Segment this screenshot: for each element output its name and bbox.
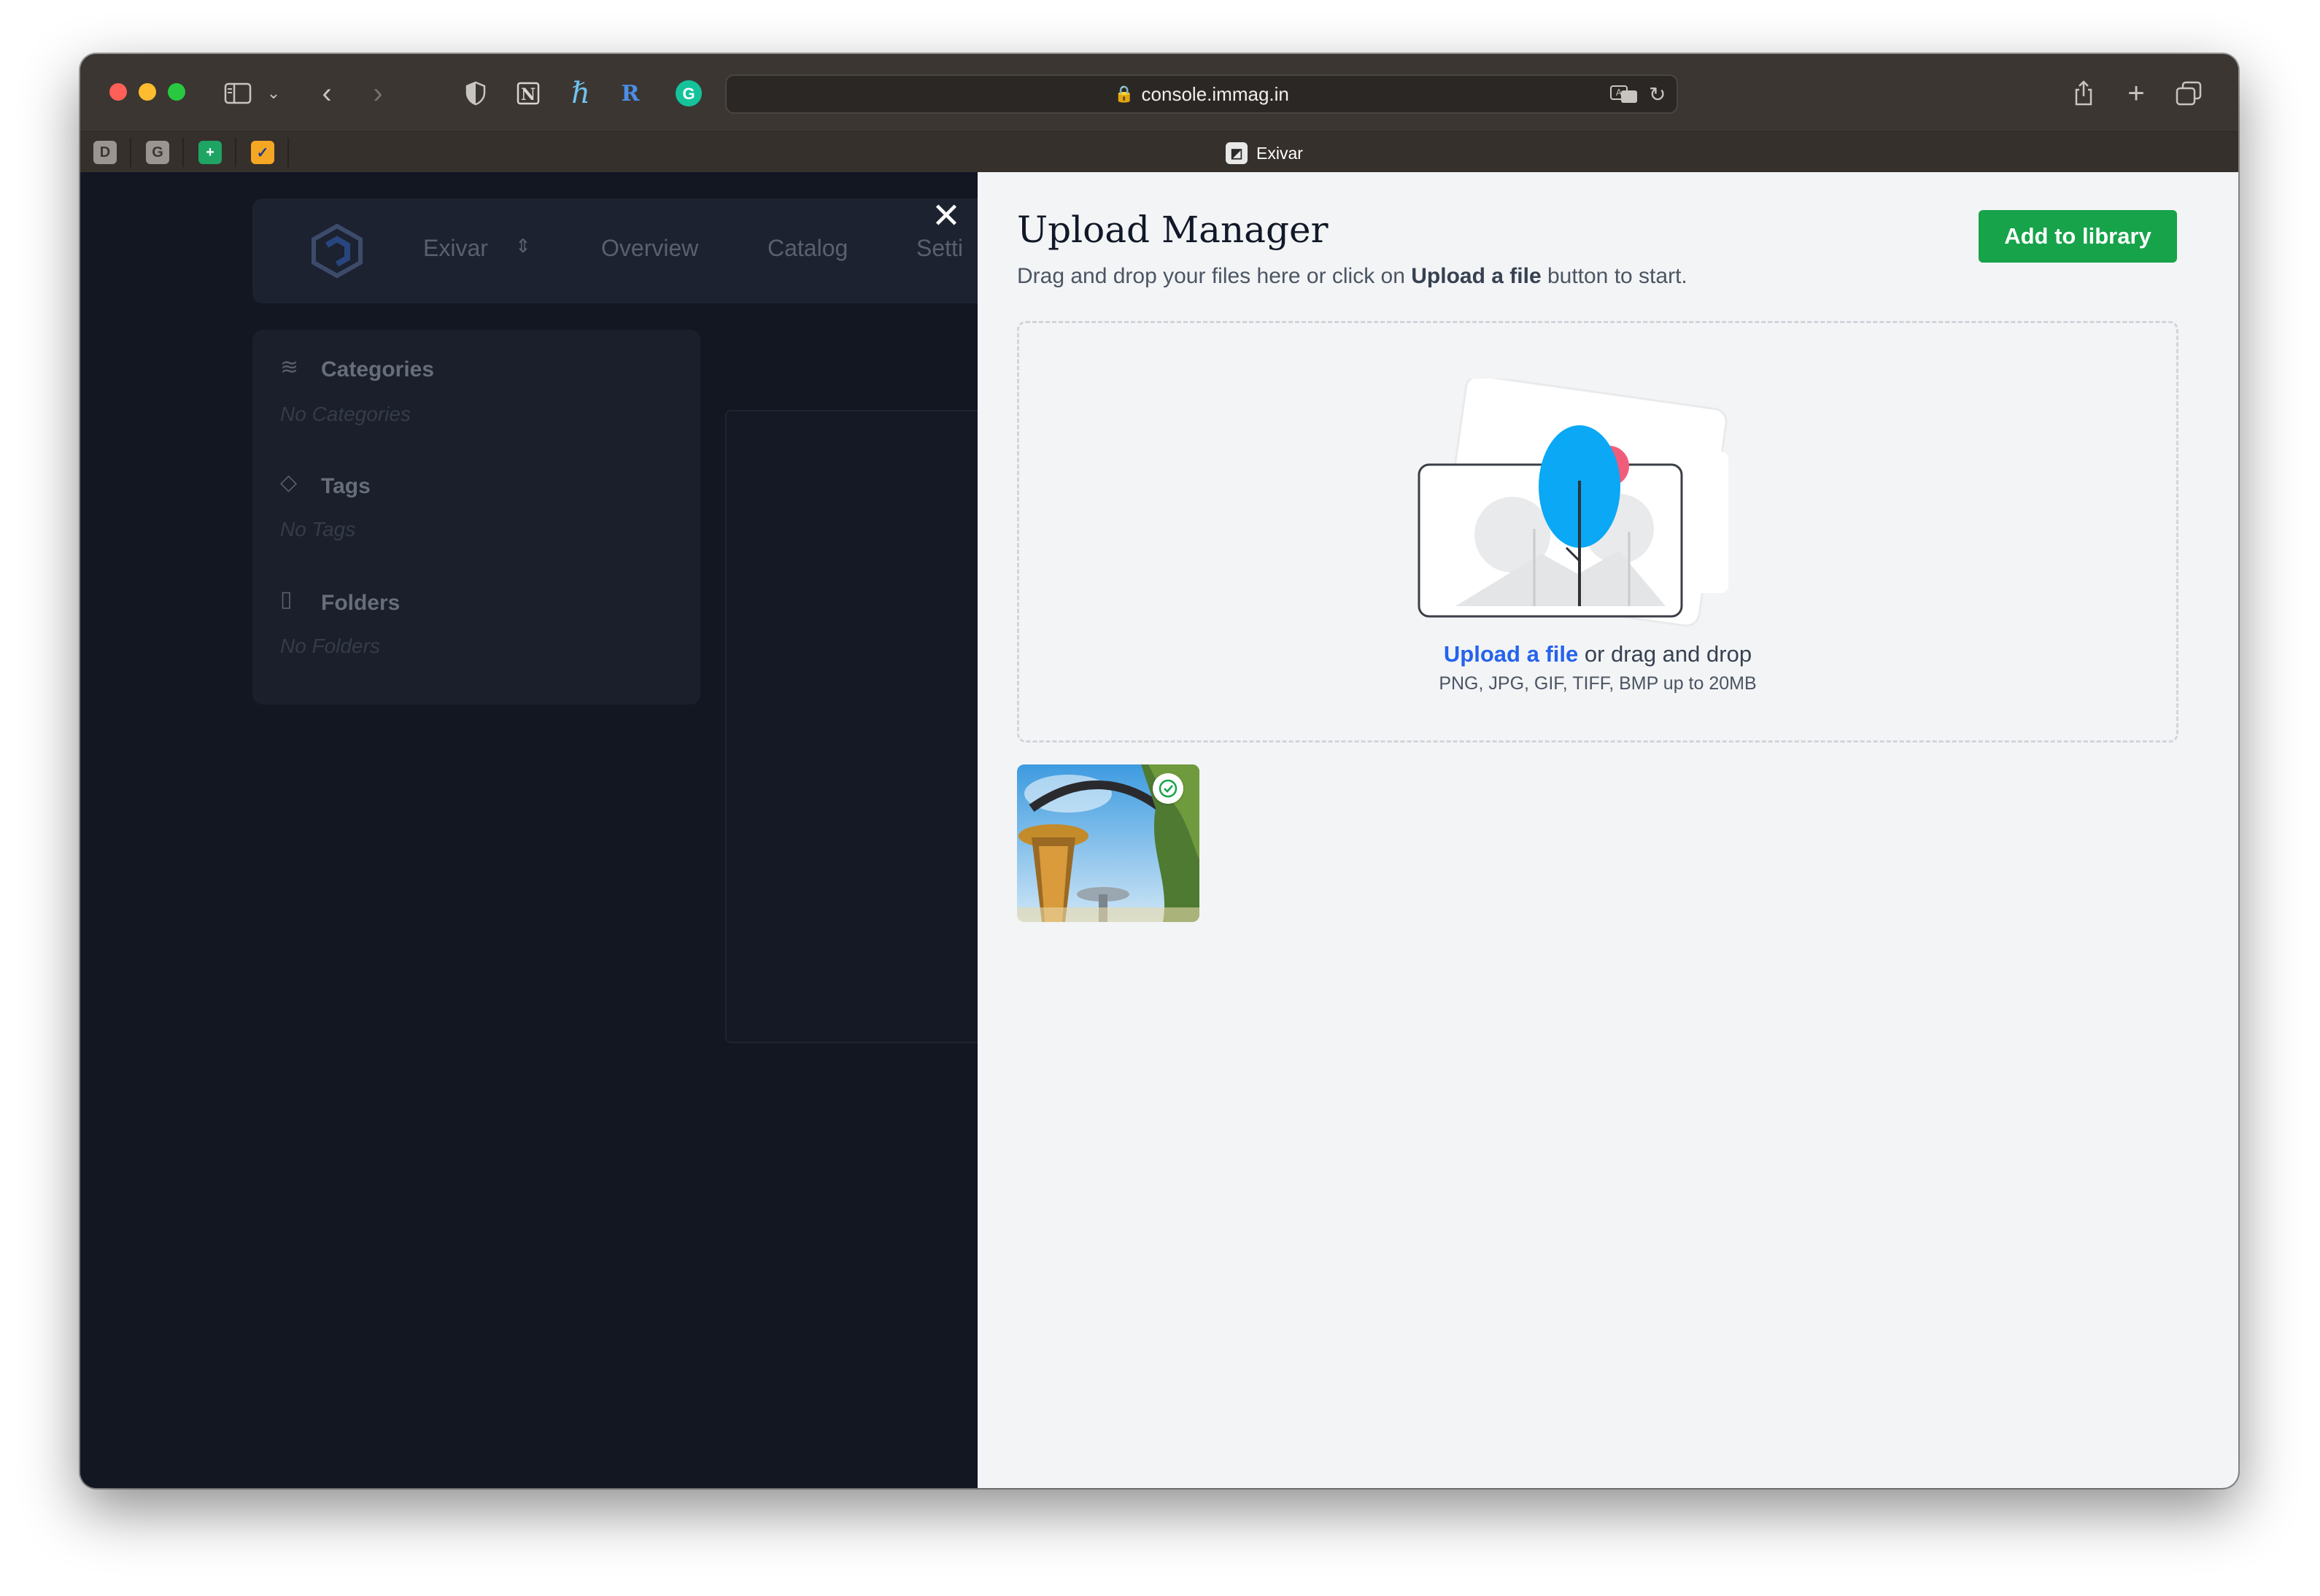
pinned-tab-label: G xyxy=(152,144,163,160)
pinned-tab-sheets[interactable]: + xyxy=(198,141,222,164)
folders-empty: No Folders xyxy=(280,635,380,657)
check-circle-icon xyxy=(1153,773,1183,804)
svg-text:A: A xyxy=(1616,88,1623,98)
reload-icon[interactable]: ↻ xyxy=(1649,76,1666,112)
lock-icon: 🔒 xyxy=(1114,85,1134,103)
subtitle-text-end: button to start. xyxy=(1541,264,1687,288)
filter-sidebar: ≋ Categories No Categories ◇ Tags No Tag… xyxy=(252,330,700,705)
back-icon[interactable]: ‹ xyxy=(312,77,341,109)
layers-icon: ≋ xyxy=(280,355,299,379)
folder-icon: ▯ xyxy=(280,587,293,611)
dropzone-instruction: Upload a file or drag and drop xyxy=(1019,641,2176,667)
content-area xyxy=(725,410,991,1043)
subtitle-text: Drag and drop your files here or click o… xyxy=(1017,264,1412,288)
background-app: Exivar ⇕ Overview Catalog Setti ≋ Catego… xyxy=(80,172,1055,1488)
workspace-switch-icon[interactable]: ⇕ xyxy=(515,235,531,257)
upload-manager-panel: Upload Manager Drag and drop your files … xyxy=(978,172,2238,1488)
add-to-library-button[interactable]: Add to library xyxy=(1979,210,2177,263)
zoom-window-button[interactable] xyxy=(168,83,185,101)
workspace-name[interactable]: Exivar xyxy=(423,235,488,262)
file-type-hint: PNG, JPG, GIF, TIFF, BMP up to 20MB xyxy=(1439,673,1757,694)
upload-file-link[interactable]: Upload a file xyxy=(1444,641,1578,667)
app-page: Exivar ⇕ Overview Catalog Setti ≋ Catego… xyxy=(80,172,2238,1488)
close-window-button[interactable] xyxy=(109,83,127,101)
tab-bar: D G + ✓ ◩ Exivar xyxy=(80,131,2238,173)
tag-icon: ◇ xyxy=(280,470,298,495)
categories-heading[interactable]: Categories xyxy=(321,357,434,382)
tab-overview-icon[interactable] xyxy=(2174,79,2203,108)
grammarly-icon[interactable]: G xyxy=(674,79,703,108)
browser-window: ⌄ ‹ › N ℏ R G 🔒 console.immag.in A ↻ + D… xyxy=(80,54,2238,1488)
panel-title: Upload Manager xyxy=(1017,209,1329,251)
tags-heading[interactable]: Tags xyxy=(321,474,371,499)
translate-icon[interactable]: A xyxy=(1609,76,1639,112)
new-tab-icon[interactable]: + xyxy=(2122,77,2151,109)
folders-heading[interactable]: Folders xyxy=(321,591,400,616)
hypothesis-icon[interactable]: ℏ xyxy=(566,77,595,110)
svg-text:N: N xyxy=(521,85,535,104)
panel-subtitle: Drag and drop your files here or click o… xyxy=(1017,264,1687,289)
file-dropzone[interactable]: Upload a file or drag and drop PNG, JPG,… xyxy=(1017,321,2178,743)
pinned-tab-label: ✓ xyxy=(256,144,269,161)
nav-catalog[interactable]: Catalog xyxy=(767,235,848,262)
minimize-window-button[interactable] xyxy=(139,83,156,101)
uploaded-image-thumbnail[interactable] xyxy=(1017,764,1199,922)
categories-empty: No Categories xyxy=(280,403,411,425)
browser-toolbar: ⌄ ‹ › N ℏ R G 🔒 console.immag.in A ↻ + xyxy=(80,54,2238,131)
subtitle-bold: Upload a file xyxy=(1411,264,1542,288)
url-text: console.immag.in xyxy=(1141,82,1289,105)
shield-icon[interactable] xyxy=(461,79,490,108)
sidebar-toggle-icon[interactable] xyxy=(222,79,254,108)
readwise-icon[interactable]: R xyxy=(617,79,643,108)
upload-illustration xyxy=(1418,379,1728,627)
pinned-tab-label: D xyxy=(99,144,111,160)
active-tab-title: Exivar xyxy=(1256,143,1303,163)
pinned-tab-g[interactable]: G xyxy=(146,141,169,164)
pinned-tab-label: + xyxy=(206,144,214,160)
exivar-favicon-icon: ◩ xyxy=(1226,142,1248,164)
nav-overview[interactable]: Overview xyxy=(601,235,698,262)
close-icon[interactable]: ✕ xyxy=(928,198,964,235)
chevron-down-icon[interactable]: ⌄ xyxy=(263,79,285,108)
forward-icon[interactable]: › xyxy=(363,77,393,109)
tags-empty: No Tags xyxy=(280,518,356,541)
nav-settings[interactable]: Setti xyxy=(916,235,963,262)
active-tab[interactable]: ◩ Exivar xyxy=(1226,141,1303,166)
pinned-tab-d[interactable]: D xyxy=(93,141,117,164)
address-bar[interactable]: 🔒 console.immag.in A ↻ xyxy=(725,74,1678,114)
svg-text:G: G xyxy=(682,85,695,103)
pinned-tab-todoist[interactable]: ✓ xyxy=(251,141,274,164)
notion-icon[interactable]: N xyxy=(514,79,543,108)
share-icon[interactable] xyxy=(2069,79,2098,108)
dropzone-text: or drag and drop xyxy=(1578,641,1752,667)
exivar-logo-icon xyxy=(312,223,363,279)
